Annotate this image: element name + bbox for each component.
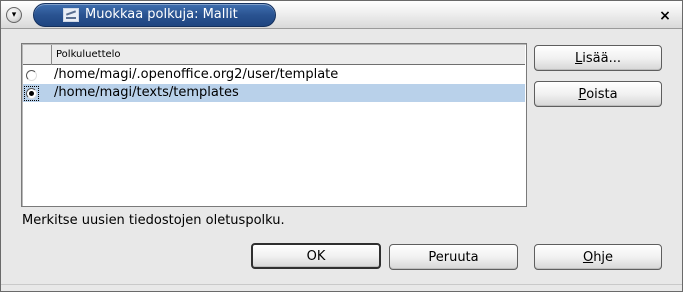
add-button[interactable]: Lisää...: [534, 45, 662, 71]
title-pill: Muokkaa polkuja: Mallit: [33, 3, 276, 27]
help-button-mnemonic: O: [582, 249, 594, 265]
header-path-list-label: Polkuluettelo: [56, 49, 121, 60]
ok-button-label: OK: [306, 248, 326, 264]
dialog-window: ▾ Muokkaa polkuja: Mallit × Polkuluettel…: [0, 0, 683, 292]
add-button-mnemonic: L: [575, 50, 583, 66]
hint-text: Merkitse uusien tiedostojen oletuspolku.: [22, 213, 285, 228]
path-text: /home/magi/.openoffice.org2/user/templat…: [54, 67, 339, 82]
path-list[interactable]: Polkuluettelo /home/magi/.openoffice.org…: [21, 43, 527, 207]
add-button-label: isää...: [582, 50, 621, 66]
path-edit-icon: [63, 8, 79, 22]
header-check-column: [23, 45, 52, 65]
title-bar[interactable]: ▾ Muokkaa polkuja: Mallit ×: [1, 1, 682, 29]
list-item-selected[interactable]: /home/magi/texts/templates: [23, 84, 525, 102]
cancel-button-label: Peruuta: [428, 249, 479, 265]
ok-button[interactable]: OK: [251, 243, 381, 269]
list-item[interactable]: /home/magi/.openoffice.org2/user/templat…: [23, 66, 525, 84]
default-path-radio[interactable]: [26, 88, 37, 99]
path-text: /home/magi/texts/templates: [54, 85, 239, 100]
remove-button-label: oista: [586, 86, 618, 102]
close-icon[interactable]: ×: [658, 9, 672, 23]
remove-button[interactable]: Poista: [534, 81, 662, 107]
help-button-label: hje: [593, 249, 614, 265]
help-button[interactable]: Ohje: [534, 244, 662, 270]
remove-button-mnemonic: P: [578, 86, 587, 102]
bottom-edge: [1, 284, 682, 285]
list-header: Polkuluettelo: [23, 45, 525, 65]
cancel-button[interactable]: Peruuta: [389, 244, 518, 270]
window-menu-icon[interactable]: ▾: [6, 7, 22, 23]
default-path-radio[interactable]: [26, 70, 37, 81]
window-title: Muokkaa polkuja: Mallit: [85, 7, 238, 22]
